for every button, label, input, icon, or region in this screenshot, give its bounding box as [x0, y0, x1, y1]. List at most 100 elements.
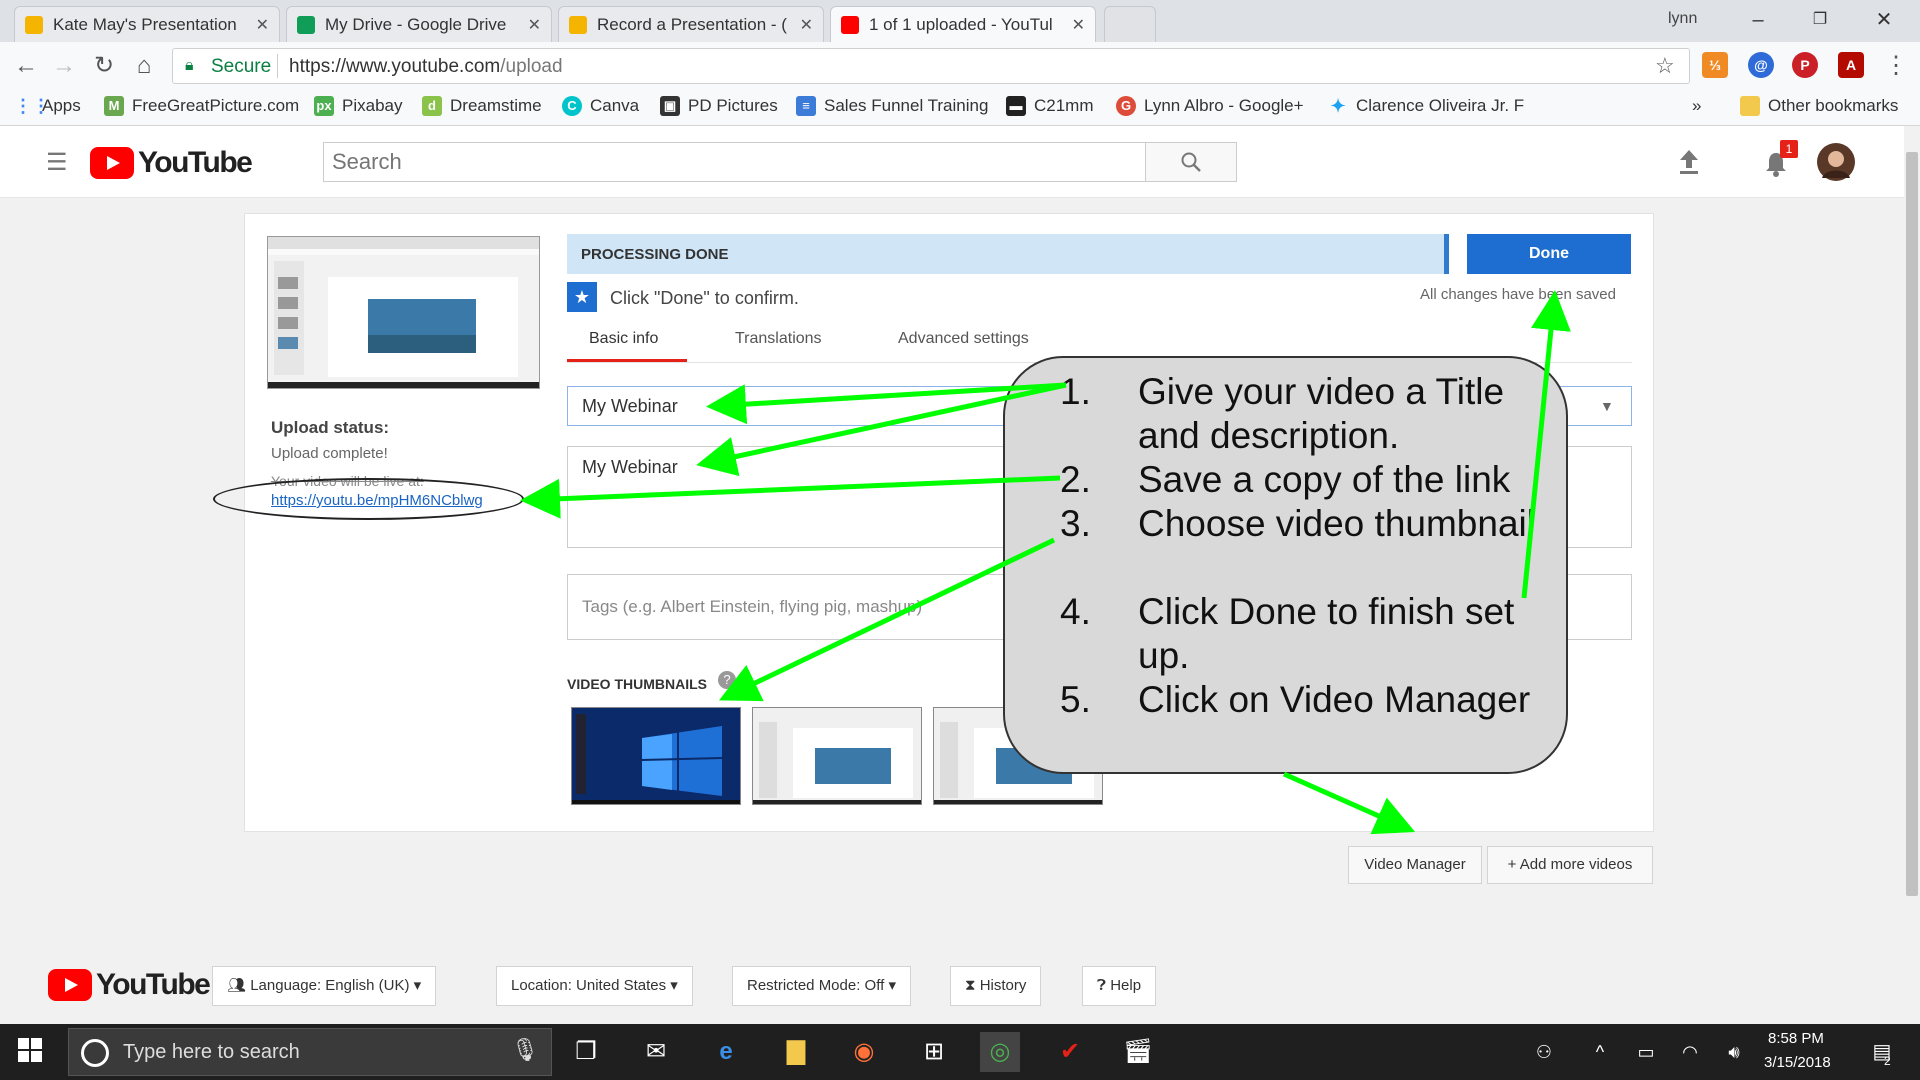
task-view-icon[interactable]: ❐	[566, 1032, 606, 1072]
battery-icon[interactable]: ▭	[1626, 1032, 1666, 1072]
browser-tab-active[interactable]: 1 of 1 uploaded - YouTul ✕	[830, 6, 1096, 42]
slides-icon	[569, 15, 587, 34]
caret-down-icon: ▾	[409, 977, 422, 994]
close-icon[interactable]: ✕	[528, 15, 541, 35]
video-manager-button[interactable]: Video Manager	[1348, 846, 1482, 884]
bookmarks-overflow[interactable]: »	[1692, 96, 1701, 116]
search-button[interactable]	[1146, 142, 1237, 182]
add-more-videos-button[interactable]: + Add more videos	[1487, 846, 1653, 884]
clapperboard-icon[interactable]: 🎬︎	[1118, 1032, 1158, 1072]
url-text[interactable]: https://www.youtube.com/upload	[289, 56, 563, 78]
bookmark-label: Dreamstime	[450, 96, 542, 115]
home-icon[interactable]: ⌂	[128, 50, 160, 82]
apps-grid-icon: ⋮⋮	[14, 96, 50, 116]
bookmark-item[interactable]: G Lynn Albro - Google+	[1116, 96, 1304, 116]
bookmark-item[interactable]: d Dreamstime	[422, 96, 542, 116]
restore-icon[interactable]: ❐	[1800, 6, 1840, 34]
link-highlight-ellipse	[213, 478, 524, 520]
url-divider	[277, 54, 278, 78]
chrome-icon[interactable]: ◎	[980, 1032, 1020, 1072]
tab-label: 1 of 1 uploaded - YouTul	[869, 14, 1053, 34]
done-button[interactable]: Done	[1467, 234, 1631, 274]
avatar[interactable]	[1816, 142, 1856, 182]
bookmark-item[interactable]: ≡ Sales Funnel Training	[796, 96, 988, 116]
bookmark-item[interactable]: C Canva	[562, 96, 639, 116]
volume-icon[interactable]: 🔊︎	[1714, 1032, 1754, 1072]
upload-icon[interactable]	[1676, 148, 1702, 176]
chrome-menu-icon[interactable]: ⋮	[1880, 50, 1912, 82]
history-button[interactable]: ⧗ History	[950, 966, 1042, 1006]
forward-icon[interactable]: →	[48, 50, 80, 82]
minimize-icon[interactable]: –	[1738, 6, 1778, 34]
address-bar[interactable]: 🔒︎ Secure https://www.youtube.com/upload…	[172, 48, 1690, 84]
help-button[interactable]: ❓︎ Help	[1082, 966, 1157, 1006]
clock-date[interactable]: 3/15/2018	[1764, 1054, 1831, 1071]
microphone-icon[interactable]: 🎙︎	[511, 1037, 539, 1063]
tab-advanced-settings[interactable]: Advanced settings	[898, 330, 1029, 348]
todoist-icon[interactable]: ✔	[1050, 1032, 1090, 1072]
bookmark-favicon-icon: ▣	[660, 96, 680, 116]
browser-tab[interactable]: Record a Presentation - ( ✕	[558, 6, 824, 42]
youtube-header: ☰ YouTube 1	[0, 126, 1904, 198]
youtube-footer-logo[interactable]: YouTube	[48, 968, 211, 1002]
bookmark-item[interactable]: M FreeGreatPicture.com	[104, 96, 299, 116]
action-center-icon[interactable]: ▤	[1862, 1032, 1902, 1072]
firefox-icon[interactable]: ◉	[844, 1032, 884, 1072]
people-icon[interactable]: ⚇	[1524, 1032, 1564, 1072]
profile-name[interactable]: lynn	[1668, 10, 1697, 28]
bookmark-other[interactable]: Other bookmarks	[1740, 96, 1898, 116]
bookmark-item[interactable]: px Pixabay	[314, 96, 402, 116]
bookmark-star-icon[interactable]: ☆	[1655, 53, 1675, 79]
step-number: 2.	[1060, 459, 1091, 500]
scrollbar-thumb[interactable]	[1906, 152, 1918, 896]
tab-label: My Drive - Google Drive	[325, 14, 507, 34]
pinterest-icon[interactable]: P	[1792, 52, 1818, 78]
tab-basic-info[interactable]: Basic info	[589, 330, 658, 348]
chevron-down-icon[interactable]: ▼	[1600, 398, 1614, 414]
video-preview[interactable]	[267, 236, 540, 389]
hamburger-menu-icon[interactable]: ☰	[46, 148, 68, 177]
browser-tab[interactable]: My Drive - Google Drive ✕	[286, 6, 552, 42]
mail-icon[interactable]: ✉	[636, 1032, 676, 1072]
bookmark-favicon-icon: px	[314, 96, 334, 116]
thumbnail-option[interactable]	[571, 707, 741, 805]
search-input[interactable]	[324, 143, 1144, 181]
tab-translations[interactable]: Translations	[735, 330, 822, 348]
reload-icon[interactable]: ↻	[88, 50, 120, 82]
back-icon[interactable]: ←	[10, 50, 42, 82]
close-icon[interactable]: ✕	[800, 15, 813, 35]
pdf-icon[interactable]: A	[1838, 52, 1864, 78]
thumbnail-image	[753, 708, 921, 804]
bookmark-favicon-icon: C	[562, 96, 582, 116]
close-icon[interactable]: ✕	[256, 15, 269, 35]
store-icon[interactable]: ⊞	[914, 1032, 954, 1072]
windows-start-icon[interactable]	[18, 1038, 42, 1062]
extension-icon[interactable]: @	[1748, 52, 1774, 78]
thumbnail-option[interactable]	[752, 707, 922, 805]
search-box	[323, 142, 1146, 182]
file-explorer-icon[interactable]: ▇	[776, 1032, 816, 1072]
tab-label: Record a Presentation - (	[597, 14, 787, 34]
bookmark-item[interactable]: ✦ Clarence Oliveira Jr. F	[1328, 96, 1524, 116]
youtube-logo[interactable]: YouTube	[90, 146, 253, 180]
wifi-icon[interactable]: ◠	[1670, 1032, 1710, 1072]
close-icon[interactable]: ✕	[1072, 15, 1085, 35]
search-icon	[1181, 152, 1201, 172]
window-close-icon[interactable]: ✕	[1864, 6, 1904, 34]
browser-tab[interactable]: Kate May's Presentation ✕	[14, 6, 280, 42]
location-dropdown[interactable]: Location: United States ▾	[496, 966, 693, 1006]
chevron-up-icon[interactable]: ^	[1580, 1032, 1620, 1072]
bookmark-item[interactable]: ▣ PD Pictures	[660, 96, 778, 116]
help-icon[interactable]: ?	[718, 671, 736, 689]
bookmark-apps[interactable]: ⋮⋮ Apps	[14, 96, 81, 116]
thumbnails-heading: VIDEO THUMBNAILS	[567, 676, 707, 692]
restricted-mode-dropdown[interactable]: Restricted Mode: Off ▾	[732, 966, 911, 1006]
language-dropdown[interactable]: 👥︎ Language: English (UK) ▾	[212, 966, 437, 1006]
bookmark-item[interactable]: ▬ C21mm	[1006, 96, 1094, 116]
taskbar-search[interactable]: Type here to search 🎙︎	[68, 1028, 552, 1076]
step-text: Give your video a Title and description.	[1138, 371, 1505, 456]
edge-icon[interactable]: e	[706, 1032, 746, 1072]
extension-icon[interactable]: ⅓	[1702, 52, 1728, 78]
new-tab-button[interactable]	[1104, 6, 1156, 42]
clock-time[interactable]: 8:58 PM	[1768, 1030, 1824, 1047]
